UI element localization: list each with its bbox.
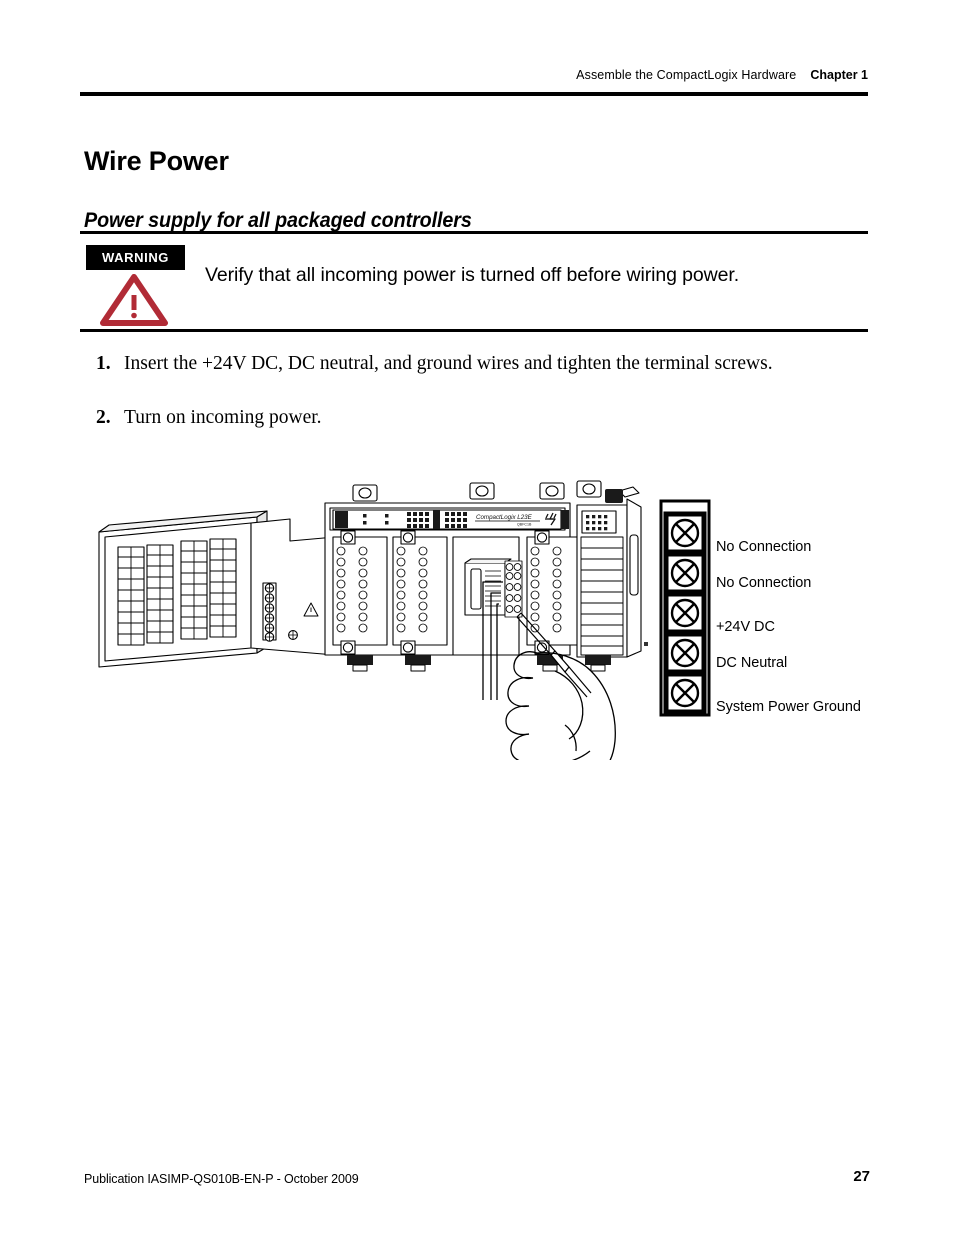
warning-rule-top — [80, 231, 868, 234]
step-text: Turn on incoming power. — [124, 407, 322, 428]
din-feet — [347, 655, 611, 665]
footer-publication: Publication IASIMP-QS010B-EN-P - October… — [84, 1172, 359, 1186]
terminal-column — [526, 530, 582, 655]
step-item: 1. Insert the +24V DC, DC neutral, and g… — [96, 353, 856, 375]
warning-badge: WARNING — [86, 245, 185, 270]
step-item: 2. Turn on incoming power. — [96, 407, 856, 429]
terminal-label-1: No Connection — [716, 539, 812, 555]
svg-text:CompactLogix L23E: CompactLogix L23E — [476, 514, 533, 521]
step-number: 2. — [96, 407, 111, 428]
screw-terminal-icon — [663, 591, 707, 635]
terminal-column — [392, 530, 448, 655]
screw-terminal-icon — [663, 671, 707, 715]
mounting-tabs — [352, 480, 602, 502]
footer-page-number: 27 — [853, 1168, 870, 1185]
screw-terminal-icon — [663, 551, 707, 595]
warning-text: Verify that all incoming power is turned… — [205, 264, 740, 286]
power-terminal — [504, 560, 523, 618]
terminal-label-4: DC Neutral — [716, 655, 788, 671]
compactlogix-hardware-illustration: CompactLogix L23E QBFC1B — [98, 480, 642, 760]
header-chapter-title: Assemble the CompactLogix Hardware — [576, 68, 797, 82]
screw-terminal-icon — [663, 511, 707, 555]
running-header: Assemble the CompactLogix Hardware Chapt… — [80, 68, 868, 82]
header-rule — [80, 92, 868, 96]
warning-triangle-icon — [100, 274, 168, 326]
header-chapter-number: Chapter 1 — [810, 68, 868, 82]
warning-rule-bottom — [80, 329, 868, 332]
terminal-label-2: No Connection — [716, 575, 812, 591]
step-number: 1. — [96, 353, 111, 374]
terminal-label-5: System Power Ground — [716, 699, 861, 715]
section-subtitle: Power supply for all packaged controller… — [84, 209, 472, 233]
svg-text:QBFC1B: QBFC1B — [517, 523, 532, 527]
terminal-label-3: +24V DC — [716, 619, 775, 635]
terminal-block-legend — [659, 499, 711, 717]
page-title: Wire Power — [84, 146, 229, 177]
screw-terminal-icon — [663, 631, 707, 675]
step-text: Insert the +24V DC, DC neutral, and grou… — [124, 353, 773, 374]
wiring-figure: CompactLogix L23E QBFC1B No Connection N… — [80, 470, 880, 760]
figure-tick-mark — [644, 642, 648, 646]
